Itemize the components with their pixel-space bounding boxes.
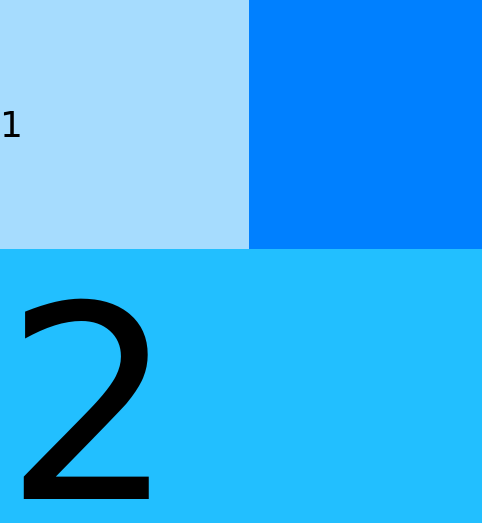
canvas: 1 2 [0,0,482,523]
panel-two: 2 [0,249,482,523]
panel-one-label: 1 [0,105,23,146]
panel-blue [249,0,482,249]
panel-one: 1 [0,0,249,249]
panel-two-label: 2 [4,249,176,523]
